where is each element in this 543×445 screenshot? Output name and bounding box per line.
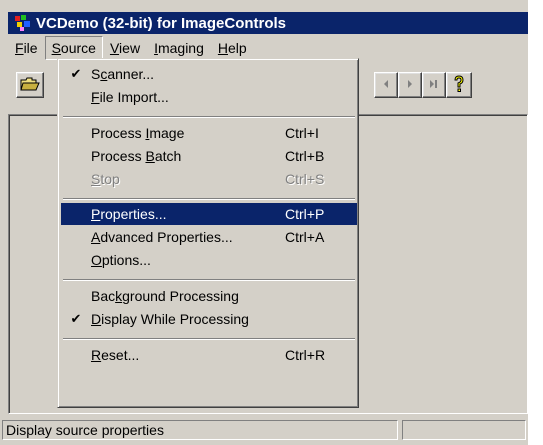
menu-item-label: Process Image	[91, 122, 285, 144]
menu-item-label: Background Processing	[91, 285, 285, 307]
menu-item-label: Advanced Properties...	[91, 226, 285, 248]
next-icon	[405, 77, 415, 93]
menu-item-label: Stop	[91, 168, 285, 190]
menu-item-file-import[interactable]: File Import...	[61, 86, 357, 108]
label-pre: Bac	[91, 288, 116, 304]
menu-file-mnemonic: F	[15, 40, 24, 56]
app-icon	[14, 14, 34, 32]
label-rest: roperties...	[100, 206, 167, 222]
menu-item-display-while-processing[interactable]: ✔ Display While Processing	[61, 308, 357, 330]
menu-view[interactable]: View	[103, 36, 147, 60]
application-window: VCDemo (32-bit) for ImageControls File S…	[0, 0, 528, 445]
menu-file[interactable]: File	[8, 36, 45, 60]
menu-separator	[63, 116, 355, 118]
menu-item-shortcut: Ctrl+A	[285, 229, 325, 245]
label-mnemonic: O	[91, 252, 102, 268]
next-button[interactable]	[398, 72, 422, 98]
menu-help[interactable]: Help	[211, 36, 254, 60]
menu-item-label: Scanner...	[91, 63, 285, 85]
open-button[interactable]	[16, 72, 44, 98]
menu-separator	[63, 338, 355, 340]
menu-separator	[63, 198, 355, 200]
menu-help-rest: elp	[228, 40, 247, 56]
previous-button[interactable]	[374, 72, 398, 98]
label-mnemonic: R	[91, 347, 102, 363]
menu-item-label: Reset...	[91, 344, 285, 366]
menu-source-mnemonic: S	[51, 40, 61, 56]
status-bar: Display source properties	[0, 415, 528, 440]
menu-source-rest: ource	[60, 40, 96, 56]
status-pane-secondary	[402, 420, 526, 440]
menu-view-rest: iew	[119, 40, 141, 56]
menu-item-properties[interactable]: Properties... Ctrl+P	[61, 203, 357, 225]
previous-icon	[381, 77, 391, 93]
open-folder-icon	[20, 76, 40, 95]
navigation-buttons	[374, 72, 472, 98]
label-rest: anner...	[107, 66, 155, 82]
menu-view-mnemonic: V	[109, 40, 120, 56]
label-rest: ground Processing	[122, 288, 239, 304]
label-rest: isplay While Processing	[101, 311, 249, 327]
menu-item-options[interactable]: Options...	[61, 249, 357, 271]
menu-item-shortcut: Ctrl+P	[285, 206, 325, 222]
menu-item-process-image[interactable]: Process Image Ctrl+I	[61, 122, 357, 144]
menu-item-label: Properties...	[91, 203, 285, 225]
menu-item-scanner[interactable]: ✔ Scanner...	[61, 63, 357, 85]
label-mnemonic: S	[91, 171, 101, 187]
source-menu-dropdown: ✔ Scanner... File Import... Process Imag…	[57, 58, 359, 408]
label-rest: top	[100, 171, 120, 187]
label-pre: Process	[91, 125, 146, 141]
check-icon: ✔	[70, 311, 82, 326]
menu-imaging-rest: maging	[157, 40, 204, 56]
menu-item-label: Display While Processing	[91, 308, 285, 330]
menu-item-background-processing[interactable]: Background Processing	[61, 285, 357, 307]
last-icon	[428, 77, 440, 93]
menu-file-rest: ile	[23, 40, 38, 56]
help-button[interactable]	[446, 72, 472, 98]
help-icon	[452, 74, 466, 96]
menu-bar: File Source View Imaging Help	[8, 36, 528, 60]
label-mnemonic: F	[91, 89, 100, 105]
label-rest: dvanced Properties...	[100, 229, 233, 245]
menu-item-label: Options...	[91, 249, 285, 271]
label-mnemonic: P	[91, 206, 101, 222]
menu-item-label: Process Batch	[91, 145, 285, 167]
label-mnemonic: A	[91, 229, 101, 245]
label-rest: atch	[154, 148, 182, 164]
menu-item-process-batch[interactable]: Process Batch Ctrl+B	[61, 145, 357, 167]
menu-imaging[interactable]: Imaging	[147, 36, 211, 60]
menu-item-advanced-properties[interactable]: Advanced Properties... Ctrl+A	[61, 226, 357, 248]
menu-item-stop: Stop Ctrl+S	[61, 168, 357, 190]
title-bar[interactable]: VCDemo (32-bit) for ImageControls	[8, 12, 528, 34]
menu-separator	[63, 279, 355, 281]
check-icon: ✔	[70, 66, 82, 81]
menu-item-reset[interactable]: Reset... Ctrl+R	[61, 344, 357, 366]
label-rest: mage	[149, 125, 185, 141]
menu-item-shortcut: Ctrl+R	[285, 347, 326, 363]
last-button[interactable]	[422, 72, 446, 98]
menu-item-shortcut: Ctrl+S	[285, 171, 325, 187]
label-pre: S	[91, 66, 101, 82]
label-rest: ptions...	[101, 252, 151, 268]
label-mnemonic: B	[145, 148, 155, 164]
menu-help-mnemonic: H	[217, 40, 228, 56]
label-pre: Process	[91, 148, 146, 164]
menu-item-shortcut: Ctrl+I	[285, 125, 319, 141]
status-message: Display source properties	[2, 420, 398, 440]
menu-item-shortcut: Ctrl+B	[285, 148, 325, 164]
menu-source[interactable]: Source	[44, 36, 103, 60]
menu-item-label: File Import...	[91, 86, 285, 108]
label-mnemonic: D	[91, 311, 102, 327]
label-rest: eset...	[101, 347, 140, 363]
window-title: VCDemo (32-bit) for ImageControls	[36, 14, 287, 32]
label-rest: ile Import...	[99, 89, 169, 105]
